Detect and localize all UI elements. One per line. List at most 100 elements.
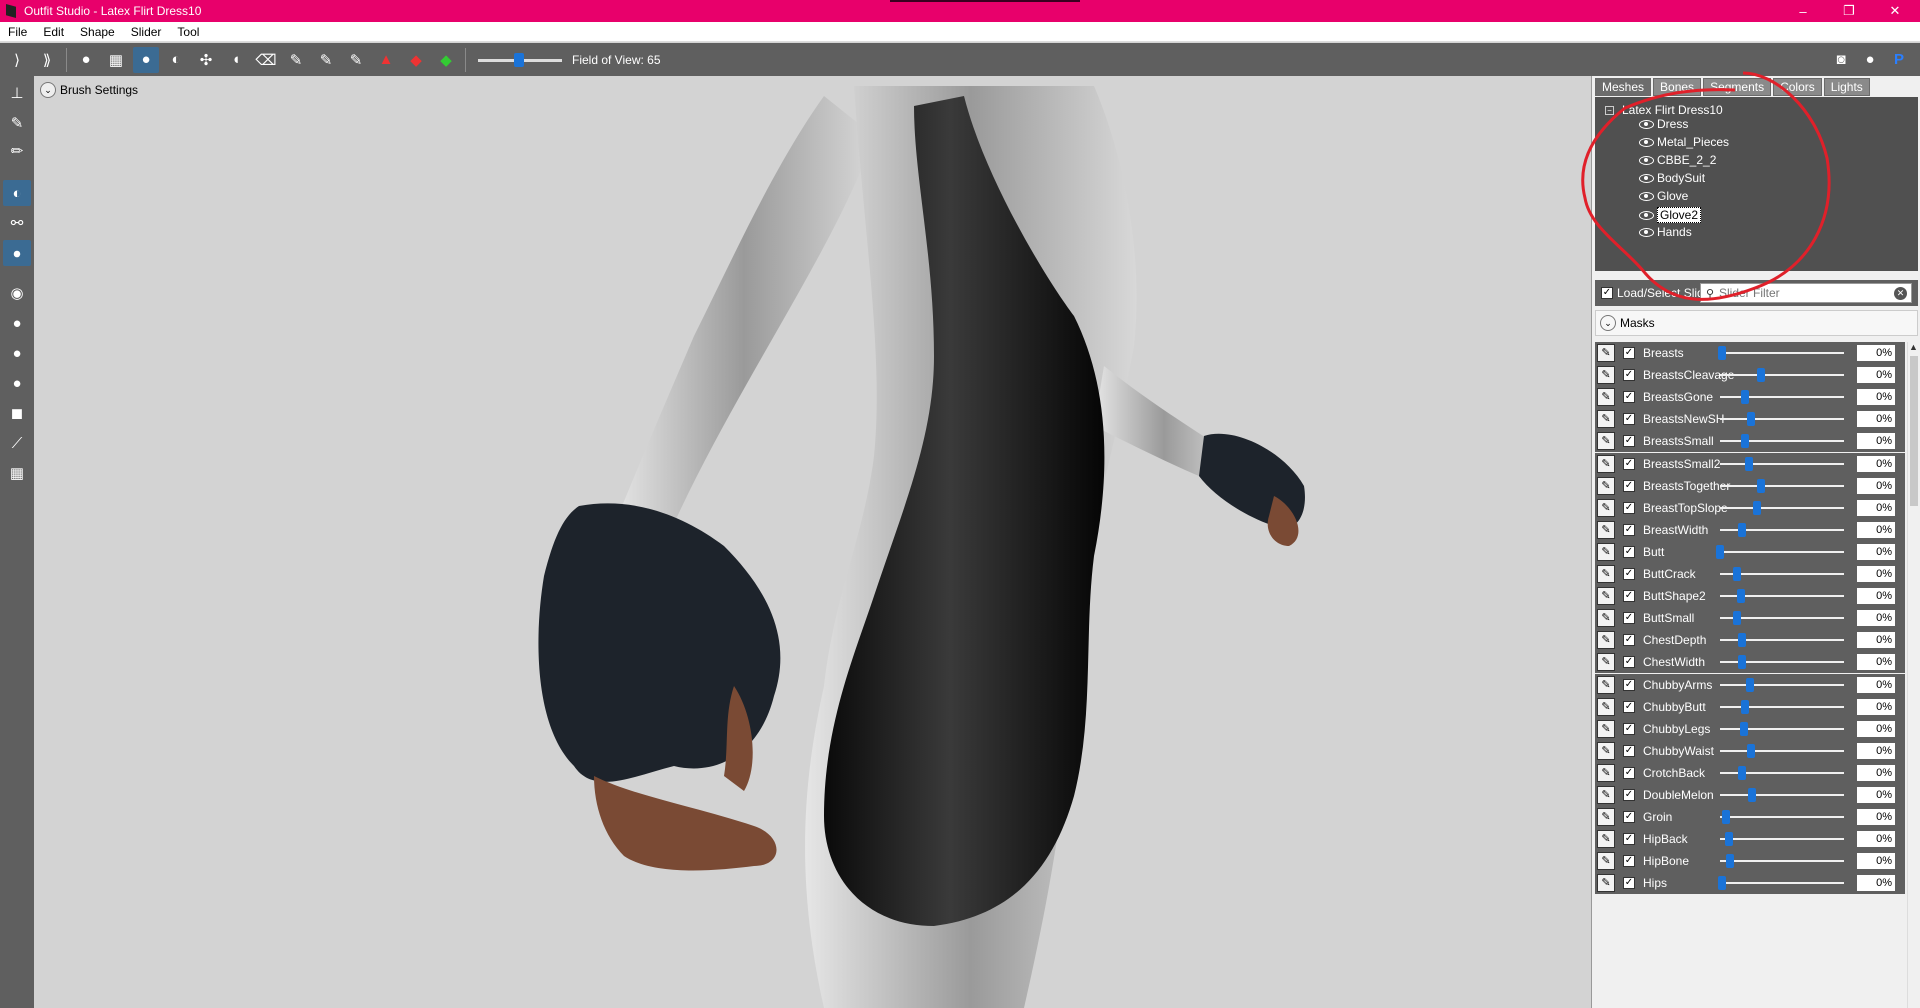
- slider-thumb[interactable]: [1747, 412, 1755, 426]
- split-edge-icon[interactable]: ◆: [433, 47, 459, 73]
- slider-brush-icon[interactable]: ✎: [1597, 742, 1615, 760]
- slider-checkbox[interactable]: ✓: [1623, 480, 1635, 492]
- slider-row[interactable]: ✎ ✓ Butt 0%: [1595, 541, 1905, 563]
- slider-value[interactable]: 0%: [1857, 522, 1895, 538]
- move-brush-icon[interactable]: ✣: [193, 47, 219, 73]
- slider-track[interactable]: [1720, 838, 1844, 840]
- slider-thumb[interactable]: [1747, 744, 1755, 758]
- slider-thumb[interactable]: [1738, 655, 1746, 669]
- slider-value[interactable]: 0%: [1857, 654, 1895, 670]
- slider-thumb[interactable]: [1718, 346, 1726, 360]
- menu-edit[interactable]: Edit: [35, 25, 72, 39]
- eye-icon[interactable]: [1639, 137, 1654, 147]
- slider-row[interactable]: ✎ ✓ ChubbyLegs 0%: [1595, 718, 1905, 740]
- slider-name[interactable]: BreastsSmall2: [1643, 457, 1720, 471]
- slider-thumb[interactable]: [1741, 390, 1749, 404]
- slider-name[interactable]: CrotchBack: [1643, 766, 1705, 780]
- slider-track[interactable]: [1720, 750, 1844, 752]
- slider-checkbox[interactable]: ✓: [1623, 634, 1635, 646]
- slider-checkbox[interactable]: ✓: [1623, 723, 1635, 735]
- fov-slider-thumb[interactable]: [514, 52, 524, 67]
- minimize-button[interactable]: –: [1780, 0, 1826, 22]
- scroll-up-icon[interactable]: ▲: [1909, 342, 1918, 352]
- slider-thumb[interactable]: [1745, 457, 1753, 471]
- slider-track[interactable]: [1720, 706, 1844, 708]
- slider-value[interactable]: 0%: [1857, 500, 1895, 516]
- slider-track[interactable]: [1720, 418, 1844, 420]
- slider-checkbox[interactable]: ✓: [1623, 546, 1635, 558]
- slider-brush-icon[interactable]: ✎: [1597, 830, 1615, 848]
- slider-value[interactable]: 0%: [1857, 367, 1895, 383]
- cube-icon[interactable]: ◼: [3, 400, 31, 426]
- slider-row[interactable]: ✎ ✓ BreastsCleavage 0%: [1595, 364, 1905, 386]
- collapse-icon[interactable]: −: [1605, 105, 1614, 115]
- slider-brush-icon[interactable]: ✎: [1597, 698, 1615, 716]
- slider-row[interactable]: ✎ ✓ BreastWidth 0%: [1595, 519, 1905, 541]
- slider-track[interactable]: [1720, 352, 1844, 354]
- slider-name[interactable]: HipBack: [1643, 832, 1688, 846]
- slider-thumb[interactable]: [1738, 633, 1746, 647]
- slider-name[interactable]: Hips: [1643, 876, 1667, 890]
- tab-colors[interactable]: Colors: [1773, 78, 1822, 96]
- slider-name[interactable]: DoubleMelon: [1643, 788, 1714, 802]
- slider-checkbox[interactable]: ✓: [1623, 855, 1635, 867]
- slider-checkbox[interactable]: ✓: [1623, 502, 1635, 514]
- slider-value[interactable]: 0%: [1857, 566, 1895, 582]
- slider-name[interactable]: BreastTopSlope: [1643, 501, 1728, 515]
- eye-icon[interactable]: [1639, 173, 1654, 183]
- slider-row[interactable]: ✎ ✓ Breasts 0%: [1595, 342, 1905, 364]
- fov-slider[interactable]: [478, 47, 562, 73]
- dot-icon[interactable]: ●: [3, 340, 31, 366]
- vertex-color-icon[interactable]: ◉: [3, 280, 31, 306]
- slider-value[interactable]: 0%: [1857, 588, 1895, 604]
- slider-name[interactable]: Butt: [1643, 545, 1664, 559]
- slider-row[interactable]: ✎ ✓ ButtCrack 0%: [1595, 563, 1905, 585]
- slider-track[interactable]: [1720, 440, 1844, 442]
- slider-thumb[interactable]: [1733, 611, 1741, 625]
- deflate-brush-icon[interactable]: ◐: [163, 47, 189, 73]
- menu-tool[interactable]: Tool: [169, 25, 207, 39]
- load-select-sliders-checkbox[interactable]: ✓: [1601, 287, 1613, 299]
- slider-brush-icon[interactable]: ✎: [1597, 477, 1615, 495]
- mesh-item-bodysuit[interactable]: BodySuit: [1639, 171, 1705, 185]
- slider-checkbox[interactable]: ✓: [1623, 745, 1635, 757]
- slider-value[interactable]: 0%: [1857, 411, 1895, 427]
- slider-name[interactable]: ChubbyLegs: [1643, 722, 1710, 736]
- slider-thumb[interactable]: [1741, 434, 1749, 448]
- slider-brush-icon[interactable]: ✎: [1597, 653, 1615, 671]
- slider-row[interactable]: ✎ ✓ ButtShape2 0%: [1595, 585, 1905, 607]
- slider-checkbox[interactable]: ✓: [1623, 833, 1635, 845]
- slider-brush-icon[interactable]: ✎: [1597, 366, 1615, 384]
- slider-row[interactable]: ✎ ✓ Groin 0%: [1595, 806, 1905, 828]
- scrollbar-thumb[interactable]: [1910, 356, 1918, 506]
- slider-track[interactable]: [1720, 463, 1844, 465]
- slider-brush-icon[interactable]: ✎: [1597, 609, 1615, 627]
- slider-value[interactable]: 0%: [1857, 809, 1895, 825]
- slider-thumb[interactable]: [1738, 766, 1746, 780]
- github-icon[interactable]: ●: [1858, 47, 1882, 71]
- slider-brush-icon[interactable]: ✎: [1597, 543, 1615, 561]
- slider-checkbox[interactable]: ✓: [1623, 701, 1635, 713]
- slider-checkbox[interactable]: ✓: [1623, 656, 1635, 668]
- slider-brush-icon[interactable]: ✎: [1597, 499, 1615, 517]
- slider-track[interactable]: [1720, 728, 1844, 730]
- slider-name[interactable]: ChestDepth: [1643, 633, 1706, 647]
- slider-track[interactable]: [1720, 794, 1844, 796]
- slider-row[interactable]: ✎ ✓ BreastsGone 0%: [1595, 386, 1905, 408]
- menu-shape[interactable]: Shape: [72, 25, 123, 39]
- slider-name[interactable]: Breasts: [1643, 346, 1684, 360]
- masks-toggle[interactable]: ⌄ Masks: [1595, 310, 1918, 336]
- slider-value[interactable]: 0%: [1857, 632, 1895, 648]
- tab-bones[interactable]: Bones: [1653, 78, 1702, 96]
- eye-icon[interactable]: [1639, 119, 1654, 129]
- slider-thumb[interactable]: [1757, 368, 1765, 382]
- dot-icon[interactable]: ●: [3, 310, 31, 336]
- slider-checkbox[interactable]: ✓: [1623, 369, 1635, 381]
- slider-thumb[interactable]: [1740, 722, 1748, 736]
- flip-edge-icon[interactable]: ◆: [403, 47, 429, 73]
- slider-value[interactable]: 0%: [1857, 433, 1895, 449]
- mesh-item-glove2[interactable]: Glove2: [1639, 207, 1702, 223]
- axes-icon[interactable]: ⊥: [3, 80, 31, 106]
- slider-checkbox[interactable]: ✓: [1623, 679, 1635, 691]
- slider-brush-icon[interactable]: ✎: [1597, 631, 1615, 649]
